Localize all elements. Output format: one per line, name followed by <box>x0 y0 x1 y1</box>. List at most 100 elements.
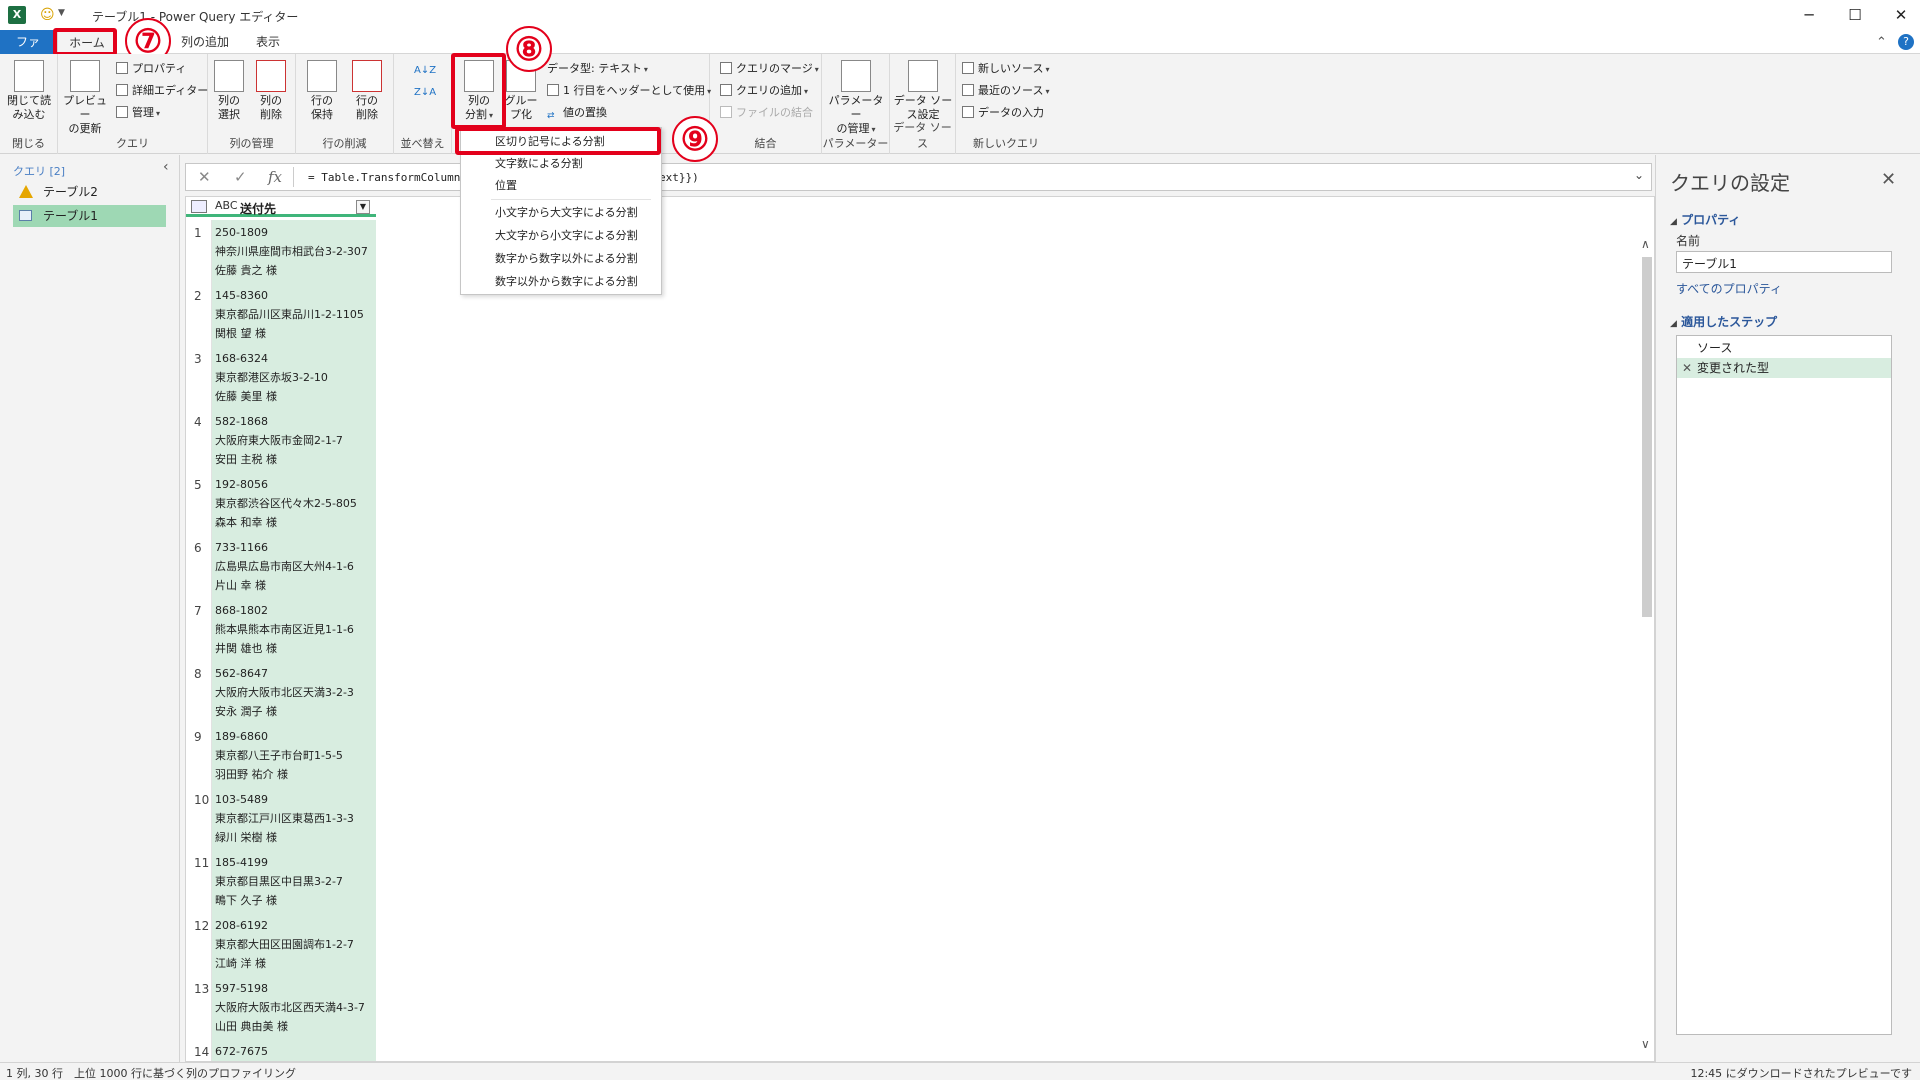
combine-files-button[interactable]: ファイルの結合 <box>720 104 813 122</box>
step-changed-type[interactable]: ✕ 変更された型 <box>1677 358 1891 378</box>
address-cell[interactable]: 597-5198 大阪府大阪市北区西天満4-3-7 山田 典由美 様 <box>212 976 376 1039</box>
properties-button[interactable]: プロパティ <box>116 60 186 78</box>
new-source-label: 新しいソース <box>978 62 1044 75</box>
vertical-scrollbar[interactable]: ∧ ∨ <box>1638 237 1654 1057</box>
append-queries-button[interactable]: クエリの追加 ▾ <box>720 82 808 100</box>
table-row[interactable]: 3 168-6324 東京都港区赤坂3-2-10 佐藤 美里 様 <box>186 346 376 409</box>
close-and-load-button[interactable]: 閉じて読 み込む <box>6 60 52 122</box>
manage-parameters-button[interactable]: パラメーター の管理 ▾ <box>824 60 888 137</box>
table-row[interactable]: 12 208-6192 東京都大田区田園調布1-2-7 江崎 洋 様 <box>186 913 376 976</box>
address-cell[interactable]: 250-1809 神奈川県座間市相武台3-2-307 佐藤 貴之 様 <box>212 220 376 283</box>
menu-split-upper-to-lower[interactable]: 大文字から小文字による分割 <box>461 225 661 247</box>
tab-view[interactable]: 表示 <box>245 30 291 54</box>
column-type-icon[interactable]: ABC <box>215 199 238 212</box>
choose-columns-button[interactable]: 列の 選択 <box>206 60 252 122</box>
minimize-button[interactable]: ─ <box>1786 0 1832 30</box>
remove-columns-button[interactable]: 列の 削除 <box>248 60 294 122</box>
delete-step-icon[interactable]: ✕ <box>1682 358 1692 378</box>
table-row[interactable]: 4 582-1868 大阪府東大阪市金岡2-1-7 安田 主税 様 <box>186 409 376 472</box>
table-row[interactable]: 5 192-8056 東京都渋谷区代々木2-5-805 森本 和幸 様 <box>186 472 376 535</box>
data-type-dropdown[interactable]: データ型: テキスト ▾ <box>547 60 648 78</box>
choose-columns-icon <box>214 60 244 92</box>
scroll-up-icon[interactable]: ∧ <box>1641 237 1650 251</box>
refresh-preview-button[interactable]: プレビュー の更新 <box>62 60 108 136</box>
formula-text[interactable]: = Table.TransformColumn <box>308 171 460 184</box>
advanced-editor-button[interactable]: 詳細エディター <box>116 82 208 100</box>
menu-split-by-char-count[interactable]: 文字数による分割 <box>461 153 661 175</box>
query-item-table1[interactable]: テーブル1 <box>13 205 166 227</box>
table-row[interactable]: 2 145-8360 東京都品川区東品川1-2-1105 関根 望 様 <box>186 283 376 346</box>
close-window-button[interactable]: ✕ <box>1878 0 1920 30</box>
sort-descending-icon[interactable]: Z↓A <box>414 84 436 102</box>
table-row[interactable]: 7 868-1802 熊本県熊本市南区近見1-1-6 井関 雄也 様 <box>186 598 376 661</box>
check-icon[interactable]: ✓ <box>234 168 247 186</box>
address-cell[interactable]: 733-1166 広島県広島市南区大州4-1-6 片山 幸 様 <box>212 535 376 598</box>
address-cell[interactable]: 208-6192 東京都大田区田園調布1-2-7 江崎 洋 様 <box>212 913 376 976</box>
all-properties-link[interactable]: すべてのプロパティ <box>1676 280 1782 297</box>
cancel-icon[interactable]: ✕ <box>198 168 211 186</box>
expand-formula-icon[interactable]: ⌄ <box>1634 168 1644 182</box>
cell-line: 大阪府大阪市北区天満3-2-3 <box>215 686 354 699</box>
remove-rows-button[interactable]: 行の 削除 <box>344 60 390 122</box>
collapse-pane-icon[interactable]: ‹ <box>163 159 169 175</box>
filter-dropdown-icon[interactable]: ▼ <box>356 200 370 214</box>
quick-access-dropdown-icon[interactable]: ▼ <box>58 8 65 18</box>
step-source[interactable]: ソース <box>1677 338 1891 358</box>
menu-split-nondigit-to-digit[interactable]: 数字以外から数字による分割 <box>461 271 661 293</box>
manage-icon <box>116 106 128 118</box>
address-cell[interactable]: 582-1868 大阪府東大阪市金岡2-1-7 安田 主税 様 <box>212 409 376 472</box>
table-row[interactable]: 9 189-6860 東京都八王子市台町1-5-5 羽田野 祐介 様 <box>186 724 376 787</box>
address-cell[interactable]: 103-5489 東京都江戸川区東葛西1-3-3 緑川 栄樹 様 <box>212 787 376 850</box>
menu-split-digit-to-nondigit[interactable]: 数字から数字以外による分割 <box>461 248 661 270</box>
close-settings-icon[interactable]: ✕ <box>1881 169 1896 190</box>
scroll-down-icon[interactable]: ∨ <box>1641 1037 1650 1051</box>
tab-file[interactable]: ファイル <box>0 30 56 73</box>
table-row[interactable]: 14 672-7675 <box>186 1039 376 1061</box>
query-item-table2[interactable]: テーブル2 <box>13 181 166 203</box>
scroll-thumb[interactable] <box>1642 257 1652 617</box>
new-source-button[interactable]: 新しいソース ▾ <box>962 60 1049 78</box>
column-header[interactable]: 送付先 <box>240 200 276 217</box>
applied-steps-section[interactable]: ◢ 適用したステップ <box>1670 313 1777 330</box>
refresh-label2: の更新 <box>68 122 102 135</box>
cell-line: 868-1802 <box>215 604 268 617</box>
table-row[interactable]: 6 733-1166 広島県広島市南区大州4-1-6 片山 幸 様 <box>186 535 376 598</box>
formula-tail[interactable]: ext}}) <box>659 171 699 184</box>
menu-split-by-position[interactable]: 位置 <box>461 175 661 197</box>
replace-values-button[interactable]: ⇄ 値の置換 <box>547 104 607 122</box>
smiley-icon[interactable]: ☺ <box>40 7 55 23</box>
recent-source-button[interactable]: 最近のソース ▾ <box>962 82 1049 100</box>
sort-ascending-icon[interactable]: A↓Z <box>414 62 436 80</box>
address-cell[interactable]: 562-8647 大阪府大阪市北区天満3-2-3 安永 潤子 様 <box>212 661 376 724</box>
use-first-row-header-button[interactable]: 1 行目をヘッダーとして使用 ▾ <box>547 82 711 100</box>
query-name-input[interactable]: テーブル1 <box>1676 251 1892 273</box>
enter-data-button[interactable]: データの入力 <box>962 104 1044 122</box>
tab-add-column[interactable]: 列の追加 <box>170 30 240 54</box>
collapse-ribbon-icon[interactable]: ⌃ <box>1876 35 1887 50</box>
row-number: 8 <box>186 661 212 724</box>
cell-line: 208-6192 <box>215 919 268 932</box>
address-cell[interactable]: 672-7675 <box>212 1039 376 1061</box>
address-cell[interactable]: 185-4199 東京都目黒区中目黒3-2-7 鴫下 久子 様 <box>212 850 376 913</box>
status-left: 1 列, 30 行 上位 1000 行に基づく列のプロファイリング <box>6 1067 296 1080</box>
address-cell[interactable]: 168-6324 東京都港区赤坂3-2-10 佐藤 美里 様 <box>212 346 376 409</box>
help-icon[interactable]: ? <box>1898 34 1914 50</box>
table-row[interactable]: 11 185-4199 東京都目黒区中目黒3-2-7 鴫下 久子 様 <box>186 850 376 913</box>
maximize-button[interactable]: ☐ <box>1832 0 1878 30</box>
fx-icon[interactable]: fx <box>268 168 282 186</box>
table-row[interactable]: 10 103-5489 東京都江戸川区東葛西1-3-3 緑川 栄樹 様 <box>186 787 376 850</box>
menu-split-lower-to-upper[interactable]: 小文字から大文字による分割 <box>461 202 661 224</box>
keep-rows-button[interactable]: 行の 保持 <box>299 60 345 122</box>
properties-section[interactable]: ◢ プロパティ <box>1670 211 1740 228</box>
data-source-settings-button[interactable]: データ ソー ス設定 <box>892 60 954 122</box>
address-cell[interactable]: 189-6860 東京都八王子市台町1-5-5 羽田野 祐介 様 <box>212 724 376 787</box>
manage-button[interactable]: 管理 ▾ <box>116 104 160 122</box>
address-cell[interactable]: 192-8056 東京都渋谷区代々木2-5-805 森本 和幸 様 <box>212 472 376 535</box>
merge-queries-button[interactable]: クエリのマージ ▾ <box>720 60 819 78</box>
table-row[interactable]: 1 250-1809 神奈川県座間市相武台3-2-307 佐藤 貴之 様 <box>186 220 376 283</box>
table-menu-icon[interactable] <box>191 200 207 213</box>
table-row[interactable]: 8 562-8647 大阪府大阪市北区天満3-2-3 安永 潤子 様 <box>186 661 376 724</box>
address-cell[interactable]: 868-1802 熊本県熊本市南区近見1-1-6 井関 雄也 様 <box>212 598 376 661</box>
address-cell[interactable]: 145-8360 東京都品川区東品川1-2-1105 関根 望 様 <box>212 283 376 346</box>
table-row[interactable]: 13 597-5198 大阪府大阪市北区西天満4-3-7 山田 典由美 様 <box>186 976 376 1039</box>
